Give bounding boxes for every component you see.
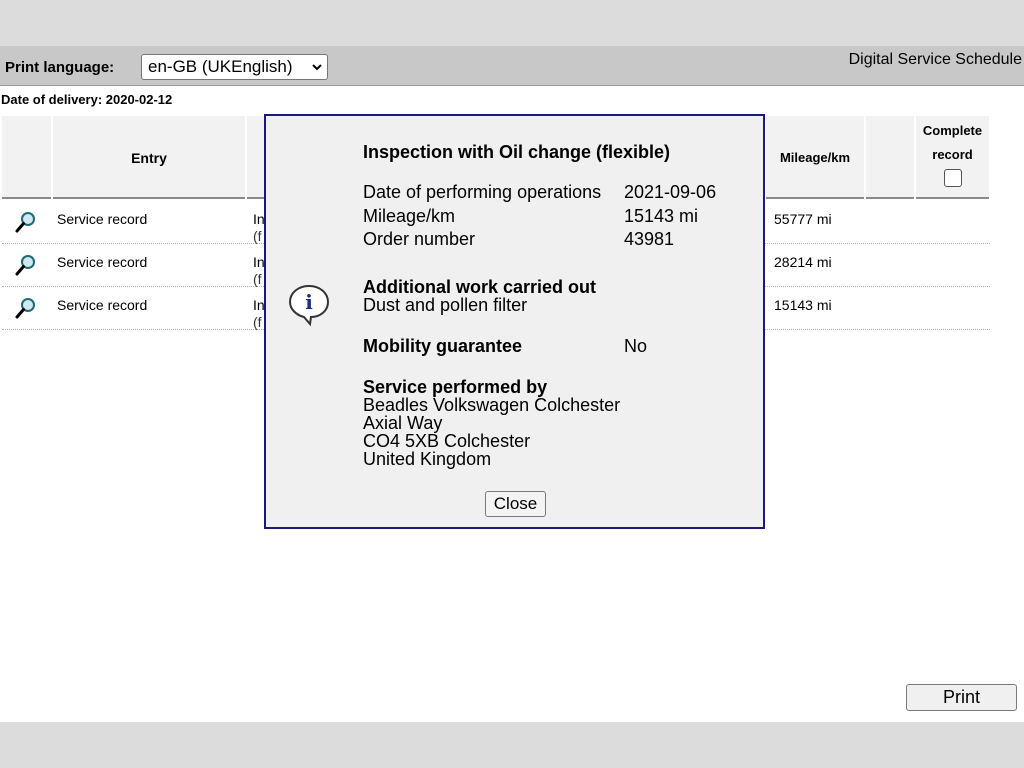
row-mileage: 15143 mi bbox=[774, 297, 832, 313]
row-description-sub: (f bbox=[253, 228, 262, 244]
row-entry[interactable]: Service record bbox=[57, 254, 147, 270]
additional-work-text: Dust and pollen filter bbox=[363, 295, 528, 315]
dialog-title: Inspection with Oil change (flexible) bbox=[363, 142, 671, 162]
mobility-value: No bbox=[624, 336, 648, 356]
complete-record-checkbox[interactable] bbox=[943, 169, 962, 187]
header-mileage: Mileage/km bbox=[766, 116, 864, 199]
field-value: 2021-09-06 bbox=[624, 182, 717, 202]
language-select[interactable]: en-GB (UKEnglish) bbox=[141, 54, 328, 80]
header-complete-line2: record bbox=[932, 147, 973, 162]
field-mileage: Mileage/km 15143 mi bbox=[363, 206, 698, 227]
field-label: Date of performing operations bbox=[363, 182, 602, 202]
close-button[interactable]: Close bbox=[485, 491, 546, 517]
row-mileage: 55777 mi bbox=[774, 211, 832, 227]
header-complete-record: Complete record bbox=[916, 116, 989, 199]
magnifier-icon[interactable] bbox=[14, 296, 38, 320]
row-description-sub: (f bbox=[253, 271, 262, 287]
mobility-guarantee: Mobility guarantee No bbox=[363, 336, 647, 357]
magnifier-icon[interactable] bbox=[14, 253, 38, 277]
header-entry: Entry bbox=[53, 116, 245, 199]
service-record-dialog: i Inspection with Oil change (flexible) … bbox=[264, 114, 765, 529]
service-line: Beadles Volkswagen Colchester bbox=[363, 395, 621, 415]
svg-text:i: i bbox=[305, 290, 313, 314]
header-description bbox=[247, 116, 265, 199]
app-title: Digital Service Schedule bbox=[848, 51, 1022, 68]
magnifier-icon[interactable] bbox=[14, 210, 38, 234]
row-description: In bbox=[253, 297, 265, 313]
page: Print language: en-GB (UKEnglish) Digita… bbox=[0, 46, 1024, 722]
print-language-label: Print language: bbox=[5, 59, 115, 76]
field-label: Mileage/km bbox=[363, 206, 456, 226]
chevron-down-icon bbox=[312, 64, 322, 71]
field-value: 15143 mi bbox=[624, 206, 699, 226]
mobility-label: Mobility guarantee bbox=[363, 336, 523, 356]
row-entry[interactable]: Service record bbox=[57, 211, 147, 227]
service-line: United Kingdom bbox=[363, 449, 492, 469]
language-select-value: en-GB (UKEnglish) bbox=[148, 57, 293, 76]
date-of-delivery: Date of delivery: 2020-02-12 bbox=[1, 92, 173, 107]
header-complete-line1: Complete bbox=[922, 123, 983, 138]
top-bar: Print language: en-GB (UKEnglish) Digita… bbox=[0, 46, 1024, 86]
row-description-sub: (f bbox=[253, 314, 262, 330]
row-description: In bbox=[253, 254, 265, 270]
field-label: Order number bbox=[363, 229, 476, 249]
header-entry-label: Entry bbox=[131, 150, 167, 166]
field-date: Date of performing operations 2021-09-06 bbox=[363, 182, 716, 203]
info-icon: i bbox=[288, 284, 330, 327]
row-entry[interactable]: Service record bbox=[57, 297, 147, 313]
row-mileage: 28214 mi bbox=[774, 254, 832, 270]
field-value: 43981 bbox=[624, 229, 675, 249]
service-line: CO4 5XB Colchester bbox=[363, 431, 531, 451]
header-icon-column bbox=[2, 116, 51, 199]
service-line: Axial Way bbox=[363, 413, 443, 433]
header-mileage-label: Mileage/km bbox=[779, 150, 851, 165]
print-button[interactable]: Print bbox=[906, 684, 1017, 711]
row-description: In bbox=[253, 211, 265, 227]
field-order-number: Order number 43981 bbox=[363, 229, 674, 250]
header-blank bbox=[866, 116, 914, 199]
